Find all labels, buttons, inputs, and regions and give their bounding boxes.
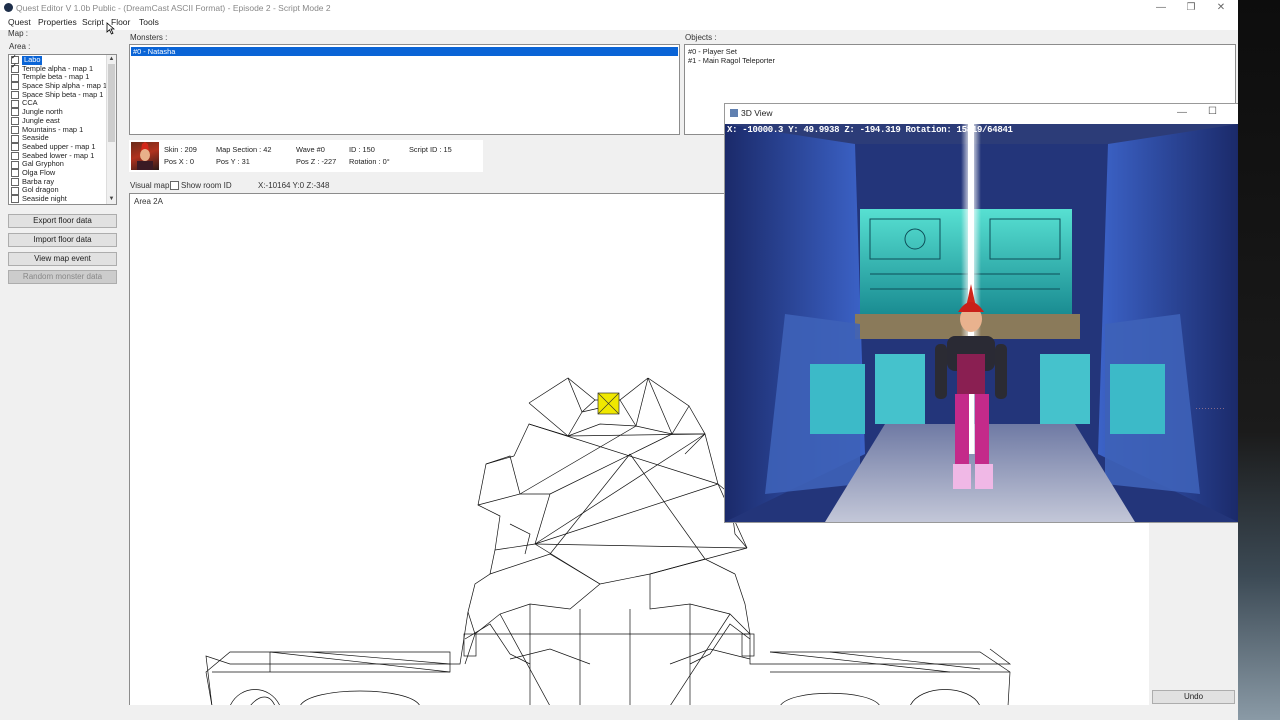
scene-render: .......... [725, 124, 1238, 522]
area-checkbox[interactable] [11, 91, 19, 100]
view-3d-window[interactable]: 3D View — ☐ .......... X: -10000.3 Y: 49… [724, 103, 1239, 523]
area-checkbox[interactable] [11, 99, 19, 108]
area-checkbox[interactable] [11, 82, 19, 91]
area-checkbox[interactable] [11, 160, 19, 169]
menu-bar: Quest Properties Script Floor Tools [0, 16, 1238, 35]
menu-quest[interactable]: Quest [8, 17, 31, 27]
view-3d-title: 3D View [741, 108, 773, 118]
export-floor-data-button[interactable]: Export floor data [8, 214, 117, 228]
area-item[interactable]: Seaside night [9, 194, 116, 204]
main-window: Quest Editor V 1.0b Public - (DreamCast … [0, 0, 1239, 720]
area-list[interactable]: LaboTemple alpha - map 1Temple beta - ma… [8, 54, 117, 205]
scroll-up-icon[interactable]: ▲ [108, 55, 115, 64]
object-item[interactable]: #0 - Player Set [686, 47, 1234, 56]
mouse-cursor-icon [106, 22, 115, 35]
undo-button[interactable]: Undo [1152, 690, 1235, 704]
random-monster-data-button[interactable]: Random monster data [8, 270, 117, 284]
view-3d-minimize-button[interactable]: — [1177, 107, 1187, 118]
import-floor-data-button[interactable]: Import floor data [8, 233, 117, 247]
minimize-button[interactable]: — [1147, 0, 1175, 16]
monster-info-panel: Skin : 209 Map Section : 42 Wave #0 ID :… [129, 140, 483, 172]
map-section-value: Map Section : 42 [216, 145, 272, 154]
visual-map-label: Visual map [130, 181, 170, 190]
pos-x-value: Pos X : 0 [164, 157, 194, 166]
area-checkbox[interactable] [11, 143, 19, 152]
area-checkbox[interactable] [11, 117, 19, 126]
svg-text:..........: .......... [1195, 405, 1225, 411]
window-title: Quest Editor V 1.0b Public - (DreamCast … [16, 3, 331, 13]
portrait-icon [137, 142, 153, 170]
show-room-id-label: Show room ID [181, 181, 232, 190]
map-cursor-coords: X:-10164 Y:0 Z:-348 [258, 181, 330, 190]
app-icon [4, 3, 13, 12]
wave-value: Wave #0 [296, 145, 325, 154]
view-3d-scene[interactable]: .......... X: -10000.3 Y: 49.9938 Z: -19… [725, 124, 1238, 522]
area-label: Area : [9, 42, 31, 51]
scroll-down-icon[interactable]: ▼ [108, 195, 115, 204]
menu-properties[interactable]: Properties [38, 17, 77, 27]
area-checkbox[interactable] [11, 63, 19, 74]
pos-z-value: Pos Z : -227 [296, 157, 337, 166]
skin-value: Skin : 209 [164, 145, 197, 154]
area-checkbox[interactable] [11, 125, 19, 134]
view-map-event-button[interactable]: View map event [8, 252, 117, 266]
area-checkbox[interactable] [11, 73, 19, 82]
menu-script[interactable]: Script [82, 17, 104, 27]
title-bar: Quest Editor V 1.0b Public - (DreamCast … [0, 0, 1238, 16]
area-checkbox[interactable] [11, 151, 19, 160]
object-item[interactable]: #1 - Main Ragol Teleporter [686, 56, 1234, 65]
area-rows: LaboTemple alpha - map 1Temple beta - ma… [9, 55, 116, 204]
area-checkbox[interactable] [11, 195, 19, 204]
view-3d-maximize-button[interactable]: ☐ [1208, 106, 1217, 117]
area-checkbox[interactable] [11, 134, 19, 143]
map-label: Map : [8, 29, 29, 38]
scroll-thumb[interactable] [108, 64, 115, 142]
area-checkbox[interactable] [11, 186, 19, 195]
show-room-id-checkbox[interactable] [170, 181, 179, 190]
monster-portrait [131, 142, 159, 170]
close-button[interactable]: ✕ [1207, 0, 1235, 16]
area-scrollbar[interactable]: ▲ ▼ [106, 55, 116, 204]
objects-label: Objects : [685, 33, 717, 42]
pos-y-value: Pos Y : 31 [216, 157, 250, 166]
menu-tools[interactable]: Tools [139, 17, 159, 27]
area-item-label: Seaside night [22, 194, 67, 203]
area-checkbox[interactable] [11, 108, 19, 117]
monster-item[interactable]: #0 - Natasha [131, 47, 678, 56]
area-checkbox[interactable] [11, 177, 19, 186]
id-value: ID : 150 [349, 145, 375, 154]
rotation-value: Rotation : 0° [349, 157, 390, 166]
area-checkbox[interactable] [11, 169, 19, 178]
script-id-value: Script ID : 15 [409, 145, 452, 154]
view-3d-icon [730, 109, 738, 117]
view-3d-coords: X: -10000.3 Y: 49.9938 Z: -194.319 Rotat… [727, 125, 1013, 135]
desktop-background [1238, 0, 1280, 720]
monsters-label: Monsters : [130, 33, 168, 42]
maximize-button[interactable]: ❐ [1177, 0, 1205, 16]
monsters-list[interactable]: #0 - Natasha [129, 44, 680, 135]
